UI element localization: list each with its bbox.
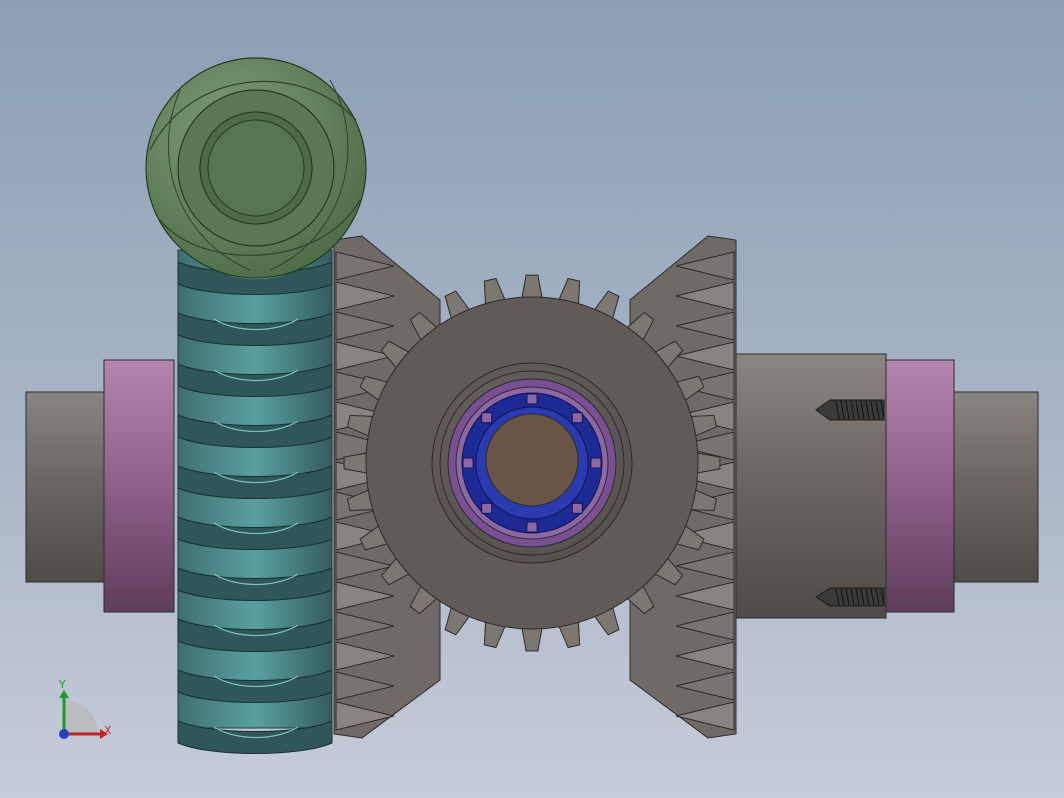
bore: [485, 413, 579, 507]
set-screw-bottom[interactable]: [815, 587, 885, 607]
triad-x-label: X: [104, 724, 112, 737]
bearing-notch: [526, 521, 538, 533]
worm-shaft[interactable]: [177, 249, 333, 754]
bearing-notch: [590, 457, 602, 469]
triad-y-label: Y: [58, 678, 66, 691]
bearing-notch: [462, 457, 474, 469]
bearing-notch: [481, 412, 493, 424]
bearing-notch: [526, 393, 538, 405]
triad-z-axis: [59, 729, 69, 739]
graphics-viewport[interactable]: X Y: [0, 0, 1064, 798]
bearing-notch: [571, 502, 583, 514]
triad-xy-plane: [64, 700, 98, 734]
cad-model-scene[interactable]: X Y: [0, 0, 1064, 798]
spur-tooth: [521, 274, 543, 300]
collar-right[interactable]: [885, 359, 955, 613]
worm-wheel[interactable]: [145, 57, 367, 279]
collar-left[interactable]: [103, 359, 175, 613]
bearing-notch: [481, 502, 493, 514]
set-screw-top[interactable]: [815, 399, 885, 421]
bearing-notch: [571, 412, 583, 424]
spur-tooth: [521, 626, 543, 652]
coordinate-triad: X Y: [58, 678, 112, 739]
